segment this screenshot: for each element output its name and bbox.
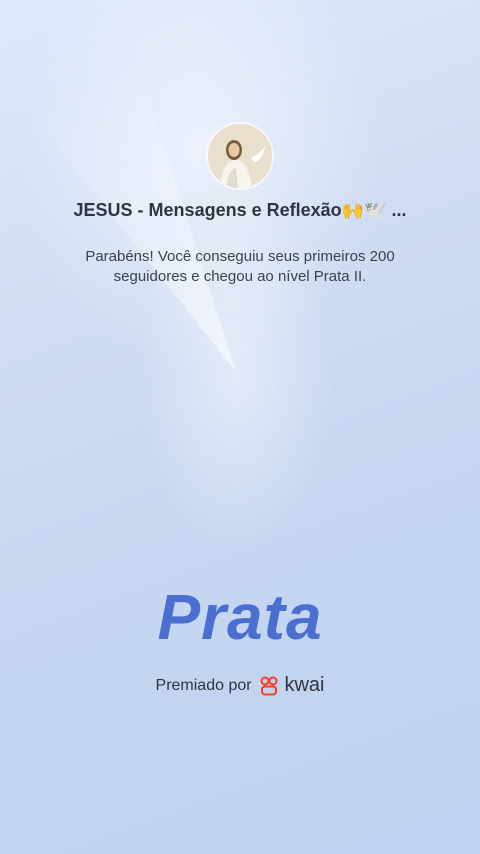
jesus-image-icon (208, 124, 272, 188)
avatar[interactable] (208, 124, 272, 188)
kwai-wordmark: kwai (284, 674, 325, 696)
awarded-by-text: Premiado por (155, 676, 252, 694)
kwai-logo-icon (260, 676, 278, 695)
level-label: Prata (157, 581, 323, 653)
achievement-message: Parabéns! Você conseguiu seus primeiros … (85, 248, 395, 285)
profile-name: JESUS - Mensagens e Reflexão🙌🕊️ ... (73, 200, 407, 220)
kwai-brand: kwai (260, 674, 324, 697)
awarded-by: Premiado por kwai (0, 674, 480, 697)
